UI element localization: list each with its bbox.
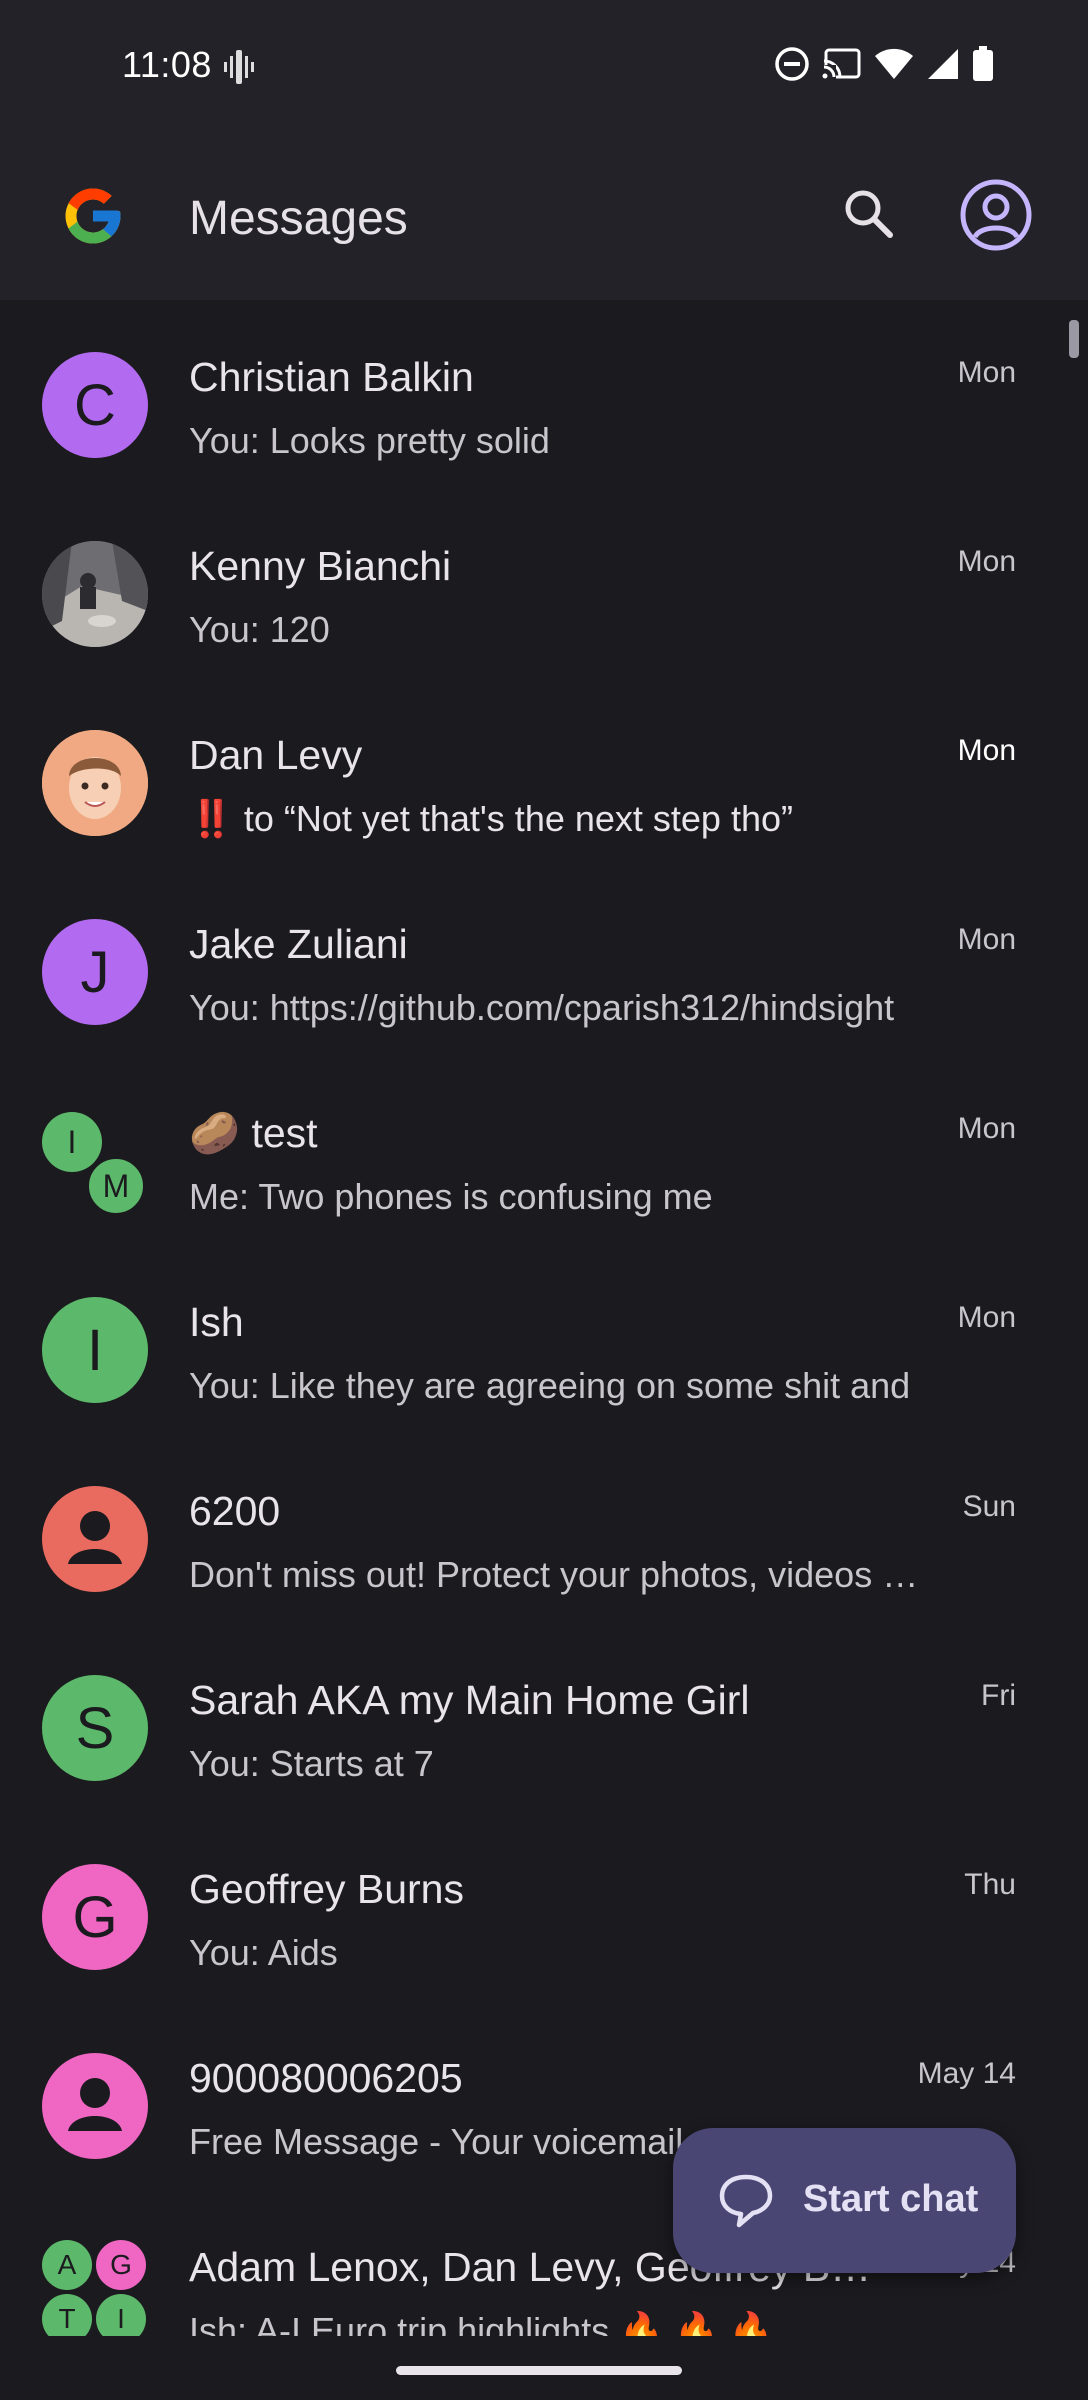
group-avatar-member: G: [96, 2240, 146, 2290]
message-date: Mon: [957, 923, 1016, 956]
avatar-initial: G: [110, 2249, 132, 2280]
message-snippet: You: 120: [189, 609, 330, 650]
avatar-initial: A: [57, 2249, 77, 2280]
start-chat-button[interactable]: Start chat: [673, 2128, 1016, 2273]
message-date: Thu: [964, 1868, 1016, 1901]
conversation-row[interactable]: Dan Levy ‼️ to “Not yet that's the next …: [0, 678, 1088, 867]
message-snippet: You: Looks pretty solid: [189, 420, 550, 461]
contact-name: Ish: [189, 1299, 244, 1345]
chat-bubble-icon: [717, 2172, 775, 2230]
avatar-initial: T: [58, 2303, 76, 2334]
message-date: Mon: [957, 1301, 1016, 1334]
wifi-icon: [874, 47, 914, 86]
contact-name: Christian Balkin: [189, 354, 474, 400]
search-icon: [845, 190, 893, 238]
conversation-row[interactable]: G Geoffrey Burns You: Aids Thu: [0, 1812, 1088, 2001]
message-date: May 14: [917, 2057, 1016, 2090]
account-button[interactable]: [958, 177, 1034, 253]
contact-name: 6200: [189, 1488, 281, 1534]
avatar-initial: I: [117, 2303, 125, 2334]
contact-name: Geoffrey Burns: [189, 1866, 464, 1912]
battery-icon: [972, 46, 994, 87]
group-avatar-member: M: [86, 1156, 146, 1216]
message-date: Mon: [957, 734, 1016, 767]
message-snippet: You: Like they are agreeing on some shit…: [189, 1365, 911, 1406]
conversation-list: C Christian Balkin You: Looks pretty sol…: [0, 300, 1088, 2379]
avatar: [42, 2053, 148, 2159]
google-logo-icon: [60, 183, 126, 249]
message-snippet: Don't miss out! Protect your photos, vid…: [189, 1554, 919, 1595]
app-bar: Messages: [0, 135, 1088, 300]
avatar-initial: S: [75, 1695, 115, 1761]
avatar-initial: I: [67, 1123, 77, 1160]
contact-name: Dan Levy: [189, 732, 363, 778]
vibrate-icon: [224, 50, 254, 89]
signal-icon: [926, 47, 960, 86]
message-date: Sun: [962, 1490, 1016, 1523]
avatar-initial: G: [72, 1884, 118, 1950]
avatar-photo: [42, 541, 148, 647]
contact-name: Jake Zuliani: [189, 921, 408, 967]
contact-name: 900080006205: [189, 2055, 463, 2101]
avatar-initial: C: [74, 372, 116, 438]
start-chat-label: Start chat: [803, 2178, 979, 2220]
avatar-initial: M: [102, 1167, 130, 1204]
group-avatar-member: A: [42, 2240, 92, 2290]
status-time: 11:08: [122, 44, 212, 85]
avatar: S: [42, 1675, 148, 1781]
message-date: Fri: [981, 1679, 1016, 1712]
avatar-initial: J: [80, 939, 110, 1005]
conversation-row[interactable]: Kenny Bianchi You: 120 Mon: [0, 489, 1088, 678]
conversation-row[interactable]: I M 🥔 test Me: Two phones is confusing m…: [0, 1056, 1088, 1245]
status-bar: 11:08: [0, 0, 1088, 135]
message-snippet: ‼️ to “Not yet that's the next step tho”: [189, 798, 793, 839]
contact-name: Sarah AKA my Main Home Girl: [189, 1677, 750, 1723]
conversation-row[interactable]: 6200 Don't miss out! Protect your photos…: [0, 1434, 1088, 1623]
search-button[interactable]: [838, 183, 900, 245]
cast-icon: [822, 47, 862, 86]
avatar-memoji: [42, 730, 148, 836]
app-title: Messages: [189, 192, 408, 245]
conversation-row[interactable]: I Ish You: Like they are agreeing on som…: [0, 1245, 1088, 1434]
message-snippet: You: Aids: [189, 1932, 338, 1973]
avatar: G: [42, 1864, 148, 1970]
conversation-row[interactable]: S Sarah AKA my Main Home Girl You: Start…: [0, 1623, 1088, 1812]
avatar: I: [42, 1297, 148, 1403]
contact-name: 🥔 test: [189, 1110, 318, 1156]
avatar-initial: I: [86, 1317, 104, 1383]
conversation-row[interactable]: C Christian Balkin You: Looks pretty sol…: [0, 300, 1088, 489]
message-snippet: Me: Two phones is confusing me: [189, 1176, 713, 1217]
avatar: C: [42, 352, 148, 458]
message-date: Mon: [957, 1112, 1016, 1145]
person-icon: [68, 1511, 122, 1564]
message-snippet: You: https://github.com/cparish312/hinds…: [189, 987, 895, 1028]
account-icon: [960, 179, 1032, 251]
message-snippet: Free Message - Your voicemail: [189, 2121, 684, 2162]
message-snippet: You: Starts at 7: [189, 1743, 434, 1784]
home-indicator[interactable]: [396, 2366, 682, 2375]
group-avatar-member: I: [42, 1112, 102, 1172]
conversation-row[interactable]: J Jake Zuliani You: https://github.com/c…: [0, 867, 1088, 1056]
contact-name: Kenny Bianchi: [189, 543, 452, 589]
person-icon: [68, 2078, 122, 2131]
avatar: J: [42, 919, 148, 1025]
avatar: [42, 1486, 148, 1592]
message-date: Mon: [957, 545, 1016, 578]
do-not-disturb-icon: [774, 46, 810, 87]
message-date: Mon: [957, 356, 1016, 389]
